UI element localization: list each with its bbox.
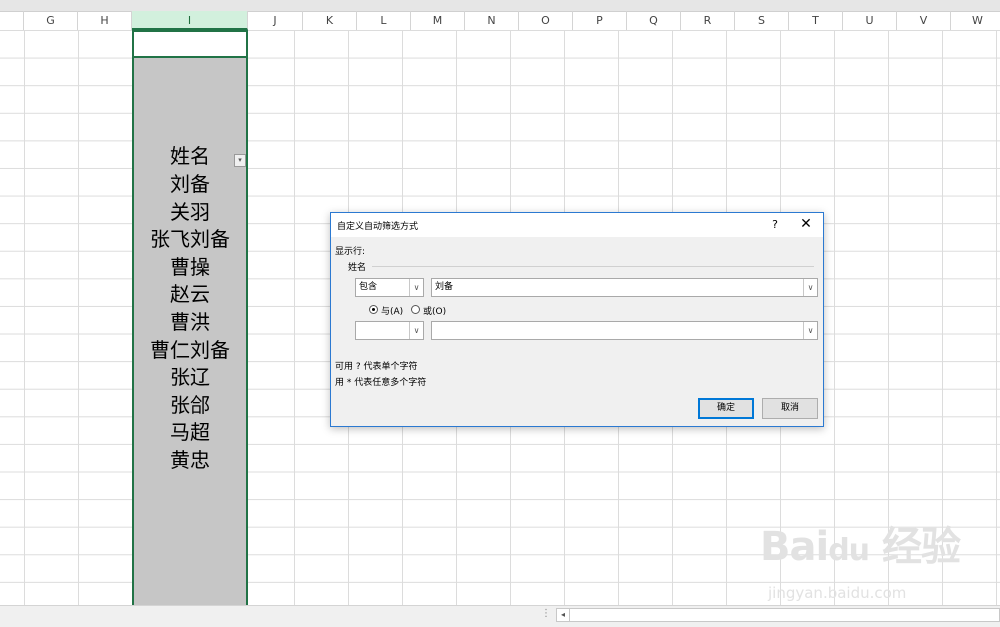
column-header-S[interactable]: S [735,11,789,30]
header-cell-name[interactable]: 姓名 [134,142,246,170]
condition1-operator-select[interactable]: 包含 ∨ [355,278,424,297]
cancel-button[interactable]: 取消 [762,398,818,419]
name-cell[interactable]: 曹洪 [134,308,246,336]
or-radio[interactable] [411,305,420,314]
column-header-M[interactable]: M [411,11,465,30]
condition1-value-input[interactable]: 刘备 ∨ [431,278,818,297]
column-header-blank [0,11,24,30]
column-header-K[interactable]: K [303,11,357,30]
and-label[interactable]: 与(A) [381,304,403,317]
column-header-H[interactable]: H [78,11,132,30]
column-header-O[interactable]: O [519,11,573,30]
column-header-U[interactable]: U [843,11,897,30]
and-radio[interactable] [369,305,378,314]
horizontal-scrollbar[interactable]: ◂ [556,608,1000,622]
column-header-J[interactable]: J [248,11,303,30]
watermark-logo: Baidu 经验 [760,524,961,570]
column-header-R[interactable]: R [681,11,735,30]
hint-single-char: 可用 ? 代表单个字符 [335,362,418,372]
watermark-url: jingyan.baidu.com [768,584,907,602]
chevron-down-icon[interactable]: ∨ [803,322,817,339]
close-icon[interactable]: ✕ [798,216,814,232]
name-cell[interactable]: 张飞刘备 [134,225,246,253]
column-header-T[interactable]: T [789,11,843,30]
name-cell[interactable]: 曹操 [134,253,246,281]
name-cell[interactable]: 刘备 [134,170,246,198]
chevron-down-icon[interactable]: ∨ [409,279,423,296]
field-label: 姓名 [348,263,367,273]
name-cell[interactable]: 关羽 [134,198,246,226]
name-cell[interactable]: 张辽 [134,363,246,391]
column-header-V[interactable]: V [897,11,951,30]
dialog-titlebar: 自定义自动筛选方式 ? ✕ [331,213,823,237]
column-header-G[interactable]: G [24,11,78,30]
help-icon[interactable]: ? [768,218,782,231]
splitter-handle[interactable]: ⋮ [541,608,551,619]
condition1-value-text: 刘备 [435,282,454,292]
dialog-title: 自定义自动筛选方式 [337,222,419,232]
name-cell[interactable]: 张郃 [134,391,246,419]
chevron-down-icon[interactable]: ∨ [409,322,423,339]
group-divider [372,266,814,267]
custom-autofilter-dialog: 自定义自动筛选方式 ? ✕ [330,212,824,427]
column-header-P[interactable]: P [573,11,627,30]
name-cell[interactable]: 马超 [134,418,246,446]
name-cell[interactable]: 赵云 [134,280,246,308]
column-header-L[interactable]: L [357,11,411,30]
column-header-W[interactable]: W [951,11,1000,30]
scroll-left-icon[interactable]: ◂ [557,609,570,621]
chevron-down-icon[interactable]: ∨ [803,279,817,296]
or-label[interactable]: 或(O) [423,304,446,317]
column-header-I[interactable]: I [132,11,248,30]
column-header-N[interactable]: N [465,11,519,30]
active-cell[interactable] [132,30,248,58]
show-rows-label: 显示行: [335,247,366,257]
filter-dropdown-button[interactable]: ▾ [234,154,246,167]
condition2-operator-select[interactable]: ∨ [355,321,424,340]
condition1-operator-value: 包含 [359,282,378,292]
ok-button[interactable]: 确定 [698,398,754,419]
condition2-value-input[interactable]: ∨ [431,321,818,340]
name-cell[interactable]: 黄忠 [134,446,246,474]
hint-multi-char: 用 * 代表任意多个字符 [335,378,427,388]
dropdown-arrow-icon: ▾ [238,156,242,164]
name-cell[interactable]: 曹仁刘备 [134,336,246,364]
column-header-Q[interactable]: Q [627,11,681,30]
